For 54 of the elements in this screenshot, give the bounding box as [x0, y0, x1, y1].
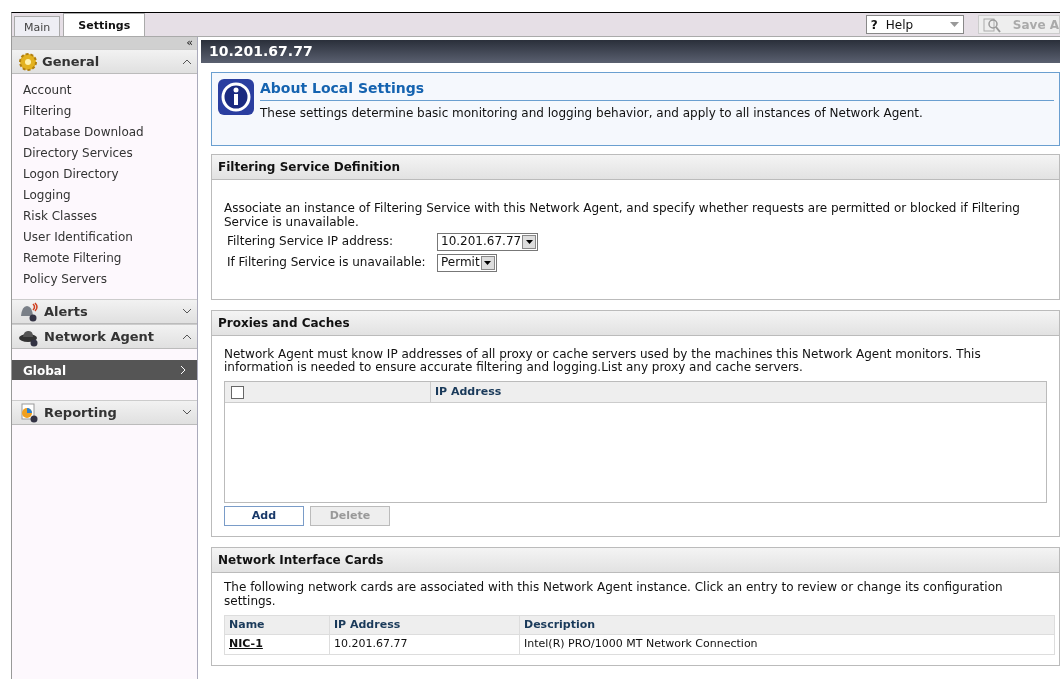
chevron-icon: [183, 309, 191, 314]
chart-icon: [18, 402, 40, 423]
sidebar-section-header[interactable]: General: [12, 49, 197, 74]
sidebar-item[interactable]: User Identification: [12, 226, 197, 247]
section-header: Network Interface Cards: [212, 548, 1059, 574]
column-header: Name: [224, 615, 330, 635]
gear-icon: [18, 51, 38, 72]
help-dropdown[interactable]: ? Help: [865, 15, 964, 34]
preview-icon: [982, 16, 1001, 33]
page-title: 10.201.67.77: [201, 40, 1060, 63]
info-icon: [217, 78, 255, 116]
column-header: IP Address: [329, 615, 520, 635]
dropdown[interactable]: 10.201.67.77: [437, 232, 539, 251]
section-header: Filtering Service Definition: [212, 155, 1059, 180]
sidebar-section-header[interactable]: Reporting: [12, 400, 197, 425]
sidebar-item[interactable]: Policy Servers: [12, 268, 197, 289]
info-text: These settings determine basic monitoring and logging behavior, and apply to all instances of Network Agent.: [260, 105, 924, 122]
caret-icon: [949, 22, 959, 27]
chevron-icon: [183, 59, 191, 64]
section-header: Proxies and Caches: [212, 310, 1059, 336]
sidebar-item[interactable]: Database Download: [12, 121, 197, 142]
description-text: The following network cards are associated with this Network Agent instance. Click an entry to review or change its configuration settings.: [224, 581, 1004, 609]
tab[interactable]: Main: [14, 16, 61, 36]
collapse-button[interactable]: «: [186, 36, 193, 49]
sidebar-item[interactable]: Filtering: [12, 100, 197, 121]
info-title: About Local Settings: [260, 78, 1054, 101]
select-all-checkbox[interactable]: [231, 385, 244, 399]
sidebar-item[interactable]: Risk Classes: [12, 205, 197, 226]
caret-icon: [525, 239, 533, 244]
description-text: Associate an instance of Filtering Service with this Network Agent, and specify whether requests are permitted or blocked if Filtering Service is unavailable.: [224, 202, 1021, 230]
tab[interactable]: Settings: [63, 13, 146, 36]
sidebar-item[interactable]: Global: [12, 360, 197, 380]
column-header: IP Address: [430, 382, 1046, 403]
help-icon: ?: [870, 15, 878, 34]
sidebar-item[interactable]: Directory Services: [12, 142, 197, 163]
bell-icon: [18, 301, 40, 322]
add-button[interactable]: Add: [224, 506, 304, 527]
field-label: If Filtering Service is unavailable:: [227, 255, 427, 270]
sidebar-section-header[interactable]: Network Agent: [12, 324, 197, 349]
caret-icon: [484, 260, 492, 265]
chevron-icon: [183, 410, 191, 415]
chevron-icon: [183, 334, 191, 339]
sidebar-item[interactable]: Remote Filtering: [12, 247, 197, 268]
field-label: Filtering Service IP address:: [227, 234, 395, 249]
column-header: Description: [519, 615, 1055, 635]
sidebar-item[interactable]: Logon Directory: [12, 163, 197, 184]
sidebar-section-header[interactable]: Alerts: [12, 299, 197, 324]
table-cell: 10.201.67.77: [334, 637, 408, 651]
sidebar-item[interactable]: Logging: [12, 184, 197, 205]
description-text: Network Agent must know IP addresses of all proxy or cache servers used by the machines this Network Agent monitors. This information is needed to ensure accurate filtering and logging.List any proxy and cache servers.: [224, 347, 982, 376]
dropdown[interactable]: Permit: [437, 253, 497, 272]
sidebar-item[interactable]: Account: [12, 79, 197, 100]
chevron-icon: [181, 366, 186, 374]
table-cell: Intel(R) PRO/1000 MT Network Connection: [524, 637, 758, 651]
